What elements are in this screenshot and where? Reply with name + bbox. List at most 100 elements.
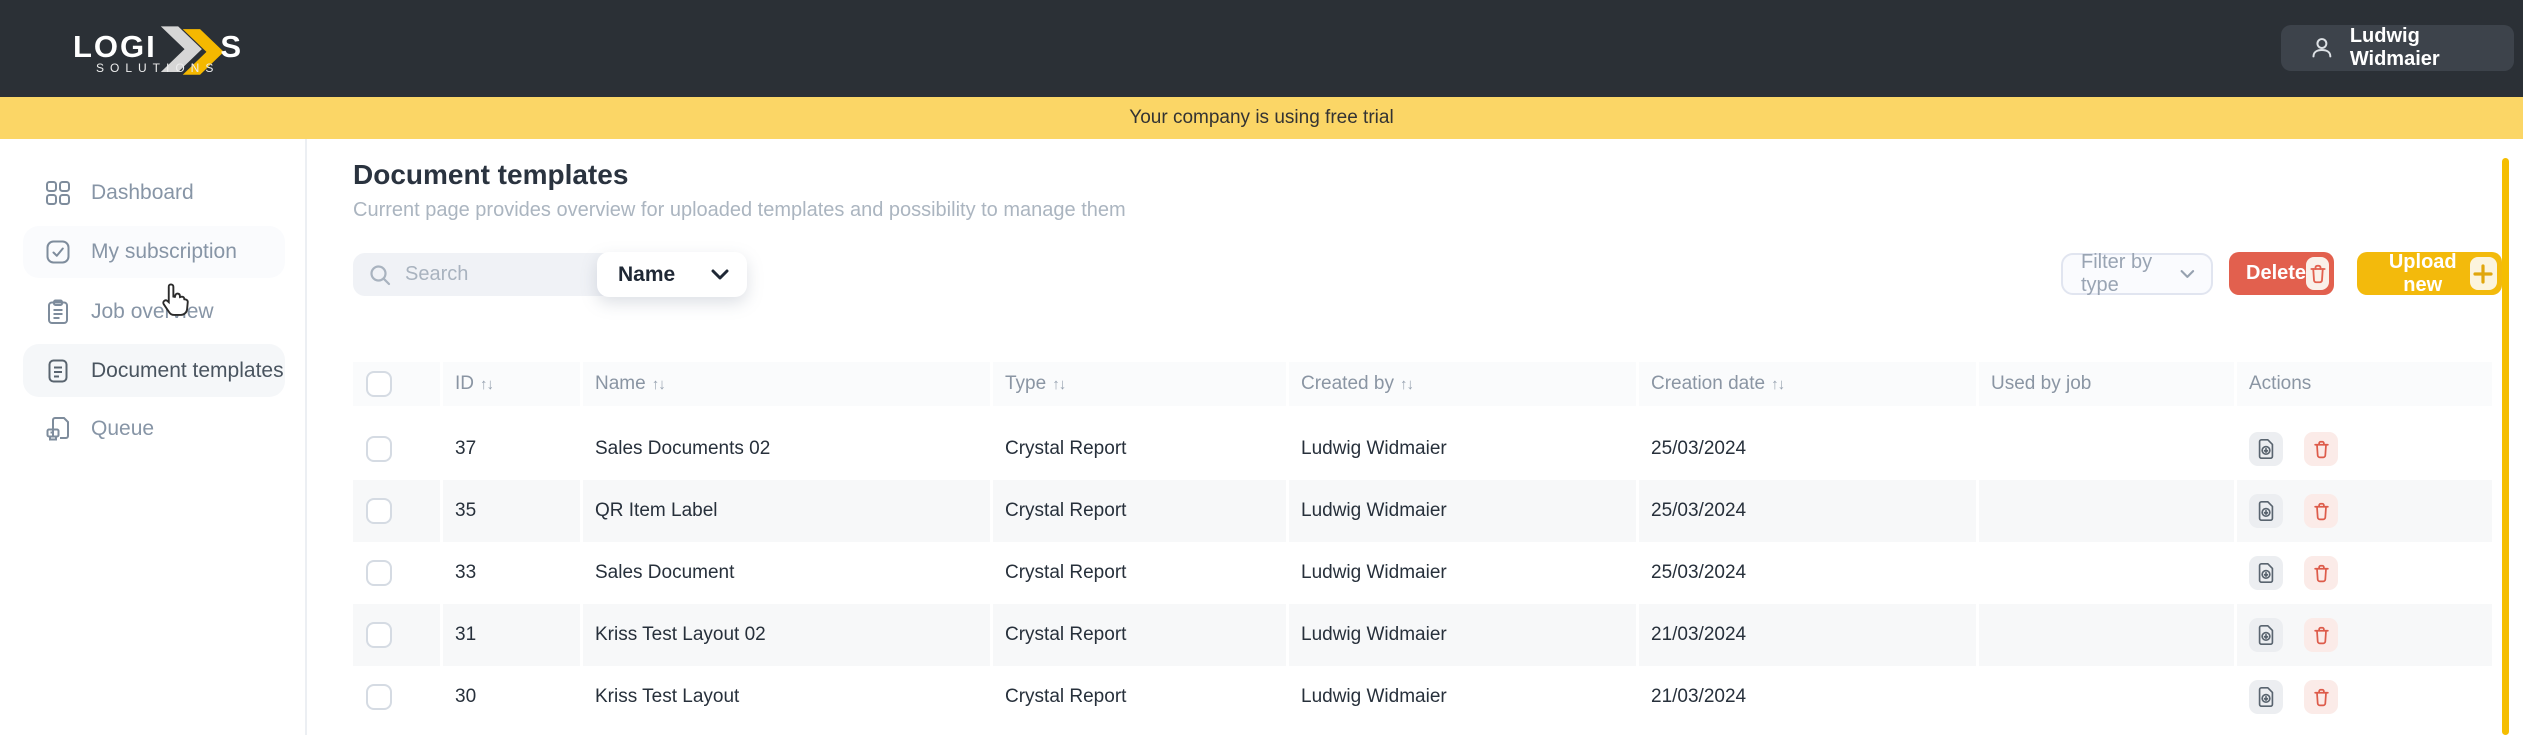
row-id: 37 <box>440 418 580 480</box>
row-checkbox-cell <box>353 604 440 666</box>
chevron-down-icon <box>711 269 729 280</box>
sidebar-item-job-overview[interactable]: Job overview <box>23 286 285 338</box>
row-type: Crystal Report <box>990 480 1286 542</box>
sidebar-item-label: Document templates <box>91 359 284 383</box>
user-name: Ludwig Widmaier <box>2350 25 2514 71</box>
sort-icons[interactable]: ↑↓ <box>480 376 493 393</box>
logo-subtext: SOLUTIONS <box>96 61 219 75</box>
sidebar-item-label: My subscription <box>91 240 237 264</box>
search-icon <box>368 263 392 287</box>
delete-template-button[interactable] <box>2304 494 2338 528</box>
row-creation-date: 25/03/2024 <box>1636 480 1976 542</box>
download-template-button[interactable] <box>2249 618 2283 652</box>
subscription-check-icon <box>45 239 71 265</box>
row-name: Sales Document <box>580 542 990 604</box>
select-all-checkbox[interactable] <box>366 371 392 397</box>
column-header-id[interactable]: ID ↑↓ <box>440 362 580 406</box>
row-type: Crystal Report <box>990 542 1286 604</box>
page-title: Document templates <box>353 159 628 191</box>
delete-template-button[interactable] <box>2304 618 2338 652</box>
banner-text: Your company is using free trial <box>1129 107 1393 129</box>
sidebar-item-label: Job overview <box>91 300 214 324</box>
column-header-type[interactable]: Type ↑↓ <box>990 362 1286 406</box>
logo-text-right: S <box>220 30 243 64</box>
app-screen: LOGI S SOLUTIONS Ludwig Widmaier Your co… <box>0 0 2523 735</box>
row-creation-date: 25/03/2024 <box>1636 418 1976 480</box>
sort-by-value: Name <box>618 263 675 287</box>
table-row: 31Kriss Test Layout 02Crystal ReportLudw… <box>353 604 2492 666</box>
delete-template-button[interactable] <box>2304 432 2338 466</box>
filter-by-type-select[interactable]: Filter by type <box>2061 253 2213 295</box>
delete-template-button[interactable] <box>2304 556 2338 590</box>
row-type: Crystal Report <box>990 418 1286 480</box>
sort-by-select[interactable]: Name <box>597 252 747 297</box>
page-subtitle: Current page provides overview for uploa… <box>353 199 1126 222</box>
row-used-by-job <box>1976 418 2234 480</box>
templates-table: ID ↑↓ Name ↑↓ Type ↑↓ Created by ↑↓ Crea… <box>353 362 2492 728</box>
row-checkbox[interactable] <box>366 560 392 586</box>
upload-button-label: Upload new <box>2376 251 2470 297</box>
row-type: Crystal Report <box>990 604 1286 666</box>
upload-new-button[interactable]: Upload new <box>2357 252 2502 295</box>
row-checkbox[interactable] <box>366 436 392 462</box>
row-checkbox[interactable] <box>366 684 392 710</box>
trash-icon <box>2312 439 2331 460</box>
row-actions-cell <box>2234 666 2492 728</box>
document-icon <box>45 358 71 384</box>
download-template-button[interactable] <box>2249 680 2283 714</box>
sidebar-item-queue[interactable]: Queue <box>23 403 285 455</box>
delete-button[interactable]: Delete <box>2229 252 2334 295</box>
sort-icons[interactable]: ↑↓ <box>1052 376 1065 393</box>
download-template-button[interactable] <box>2249 432 2283 466</box>
row-id: 33 <box>440 542 580 604</box>
table-row: 35QR Item LabelCrystal ReportLudwig Widm… <box>353 480 2492 542</box>
row-name: Kriss Test Layout <box>580 666 990 728</box>
search-input[interactable] <box>405 263 545 286</box>
download-template-button[interactable] <box>2249 556 2283 590</box>
user-menu-button[interactable]: Ludwig Widmaier <box>2281 25 2514 71</box>
file-download-icon <box>2256 624 2276 646</box>
trash-icon <box>2312 563 2331 584</box>
file-download-icon <box>2256 562 2276 584</box>
row-actions-cell <box>2234 604 2492 666</box>
sort-icons[interactable]: ↑↓ <box>1771 376 1784 393</box>
trash-icon <box>2312 501 2331 522</box>
trash-icon <box>2306 257 2329 290</box>
row-type: Crystal Report <box>990 666 1286 728</box>
sidebar-item-dashboard[interactable]: Dashboard <box>23 167 285 219</box>
row-used-by-job <box>1976 480 2234 542</box>
row-created-by: Ludwig Widmaier <box>1286 604 1636 666</box>
row-checkbox[interactable] <box>366 498 392 524</box>
row-created-by: Ludwig Widmaier <box>1286 666 1636 728</box>
row-created-by: Ludwig Widmaier <box>1286 480 1636 542</box>
sidebar-item-label: Dashboard <box>91 181 194 205</box>
print-queue-icon <box>45 416 71 442</box>
plus-icon <box>2470 257 2498 290</box>
row-checkbox-cell <box>353 480 440 542</box>
column-header-name[interactable]: Name ↑↓ <box>580 362 990 406</box>
row-actions-cell <box>2234 480 2492 542</box>
app-body: Dashboard My subscription Job overview <box>0 139 2523 735</box>
column-header-creation-date[interactable]: Creation date ↑↓ <box>1636 362 1976 406</box>
row-checkbox-cell <box>353 542 440 604</box>
clipboard-icon <box>45 299 71 325</box>
filter-by-type-label: Filter by type <box>2081 251 2180 297</box>
row-checkbox[interactable] <box>366 622 392 648</box>
file-download-icon <box>2256 438 2276 460</box>
vertical-scrollbar-thumb[interactable] <box>2502 158 2509 735</box>
chevron-down-icon <box>2180 269 2195 279</box>
row-id: 31 <box>440 604 580 666</box>
sort-icons[interactable]: ↑↓ <box>652 376 665 393</box>
header-select-all-cell <box>353 362 440 406</box>
sort-icons[interactable]: ↑↓ <box>1400 376 1413 393</box>
sidebar-item-document-templates[interactable]: Document templates <box>23 344 285 397</box>
delete-template-button[interactable] <box>2304 680 2338 714</box>
row-name: Sales Documents 02 <box>580 418 990 480</box>
download-template-button[interactable] <box>2249 494 2283 528</box>
column-header-created-by[interactable]: Created by ↑↓ <box>1286 362 1636 406</box>
row-creation-date: 21/03/2024 <box>1636 604 1976 666</box>
row-actions-cell <box>2234 418 2492 480</box>
sidebar-item-my-subscription[interactable]: My subscription <box>23 226 285 278</box>
trash-icon <box>2312 687 2331 708</box>
grid-icon <box>45 180 71 206</box>
